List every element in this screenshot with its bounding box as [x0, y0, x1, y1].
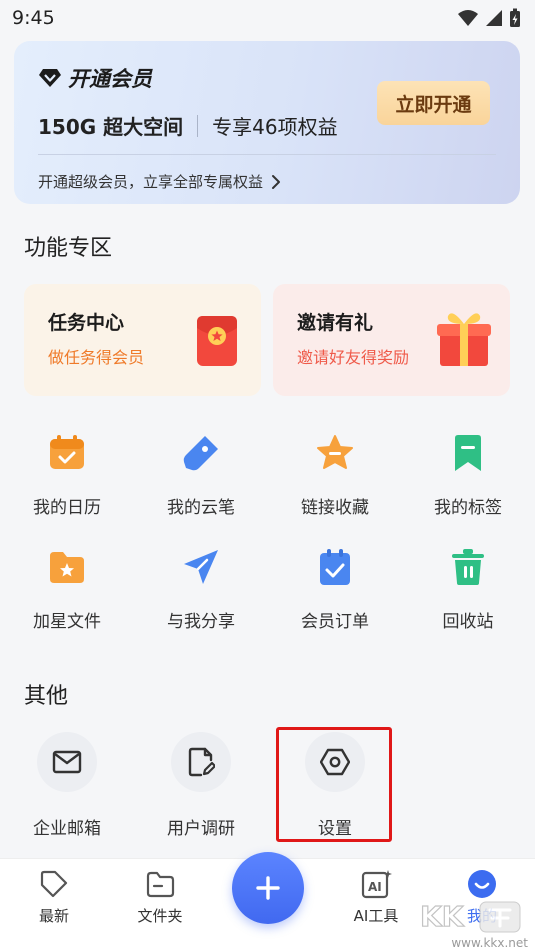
settings-highlight-box — [276, 727, 392, 842]
starred-folder-icon — [45, 545, 89, 589]
invite-gift-subtitle: 邀请好友得奖励 — [297, 348, 410, 367]
watermark: KK www.kkx.net — [418, 896, 530, 950]
star-icon — [313, 431, 357, 475]
status-time: 9:45 — [12, 7, 55, 29]
folder-icon — [146, 871, 175, 898]
features-section-title: 功能专区 — [24, 236, 113, 261]
bookmark-icon — [446, 431, 490, 475]
nav-label: 文件夹 — [137, 907, 183, 925]
survey-icon — [171, 732, 231, 792]
feature-label: 回收站 — [442, 612, 494, 632]
nav-latest[interactable]: 最新 — [9, 869, 99, 926]
calendar-icon — [45, 431, 89, 475]
battery-icon — [510, 8, 520, 27]
feature-recycle-bin[interactable]: 回收站 — [401, 545, 535, 641]
invite-gift-title: 邀请有礼 — [297, 312, 374, 334]
tag-icon — [40, 870, 68, 898]
vip-description-text: 开通超级会员，立享全部专属权益 — [38, 173, 264, 191]
order-clipboard-icon — [313, 545, 357, 589]
feature-vip-orders[interactable]: 会员订单 — [268, 545, 402, 641]
profile-icon — [468, 870, 496, 898]
gift-box-icon — [437, 313, 491, 366]
ai-icon: AI — [361, 870, 392, 899]
mail-icon — [37, 732, 97, 792]
task-center-subtitle: 做任务得会员 — [48, 348, 145, 367]
svg-text:KK: KK — [420, 900, 465, 933]
vip-title-text: 开通会员 — [68, 67, 152, 91]
nav-label: AI工具 — [353, 907, 399, 925]
cloud-pen-icon — [179, 431, 223, 475]
kkx-logo-icon: KK — [419, 899, 521, 934]
feature-shared-with-me[interactable]: 与我分享 — [134, 545, 268, 641]
vip-card[interactable]: 开通会员 150G 超大空间 专享46项权益 立即开通 开通超级会员，立享全部专… — [14, 41, 520, 204]
feature-label: 我的云笔 — [167, 498, 235, 518]
other-label: 企业邮箱 — [33, 819, 101, 839]
feature-my-cloud-pen[interactable]: 我的云笔 — [134, 431, 268, 527]
nav-label: 最新 — [38, 907, 69, 925]
task-center-card[interactable]: 任务中心 做任务得会员 — [24, 284, 261, 396]
vip-perks-separator — [197, 114, 199, 137]
other-section-title: 其他 — [24, 684, 69, 709]
feature-label: 加星文件 — [33, 612, 101, 632]
other-label: 用户调研 — [167, 819, 235, 839]
feature-label: 与我分享 — [167, 612, 235, 632]
status-icons — [457, 8, 521, 28]
red-envelope-icon — [197, 316, 237, 366]
diamond-icon — [39, 69, 61, 87]
add-button[interactable] — [232, 852, 304, 924]
feature-my-tags[interactable]: 我的标签 — [401, 431, 535, 527]
feature-link-favorites[interactable]: 链接收藏 — [268, 431, 402, 527]
send-icon — [179, 545, 223, 589]
feature-label: 我的日历 — [33, 498, 101, 518]
feature-starred-files[interactable]: 加星文件 — [0, 545, 134, 641]
feature-label: 我的标签 — [434, 498, 502, 518]
invite-gift-card[interactable]: 邀请有礼 邀请好友得奖励 — [273, 284, 510, 396]
nav-ai-tools[interactable]: AI AI工具 — [331, 869, 421, 926]
vip-space-text: 150G 超大空间 — [38, 115, 184, 139]
status-bar: 9:45 — [0, 0, 535, 36]
feature-label: 链接收藏 — [301, 498, 369, 518]
vip-description-link[interactable]: 开通超级会员，立享全部专属权益 — [38, 171, 281, 192]
vip-perks: 150G 超大空间 专享46项权益 — [38, 111, 338, 140]
wifi-icon — [458, 10, 478, 26]
nav-folders[interactable]: 文件夹 — [115, 869, 205, 926]
vip-benefits-text: 专享46项权益 — [212, 115, 338, 139]
trash-icon — [446, 545, 490, 589]
svg-text:AI: AI — [368, 880, 382, 894]
plus-icon — [256, 876, 280, 900]
chevron-right-icon — [272, 174, 281, 189]
feature-label: 会员订单 — [301, 612, 369, 632]
vip-title: 开通会员 — [38, 63, 152, 93]
vip-open-button[interactable]: 立即开通 — [377, 81, 490, 125]
other-enterprise-mail[interactable]: 企业邮箱 — [0, 732, 134, 842]
vip-divider — [38, 154, 496, 155]
feature-my-calendar[interactable]: 我的日历 — [0, 431, 134, 527]
task-center-title: 任务中心 — [48, 312, 125, 334]
watermark-url: www.kkx.net — [451, 936, 528, 950]
other-user-survey[interactable]: 用户调研 — [134, 732, 268, 842]
signal-icon — [486, 10, 502, 26]
